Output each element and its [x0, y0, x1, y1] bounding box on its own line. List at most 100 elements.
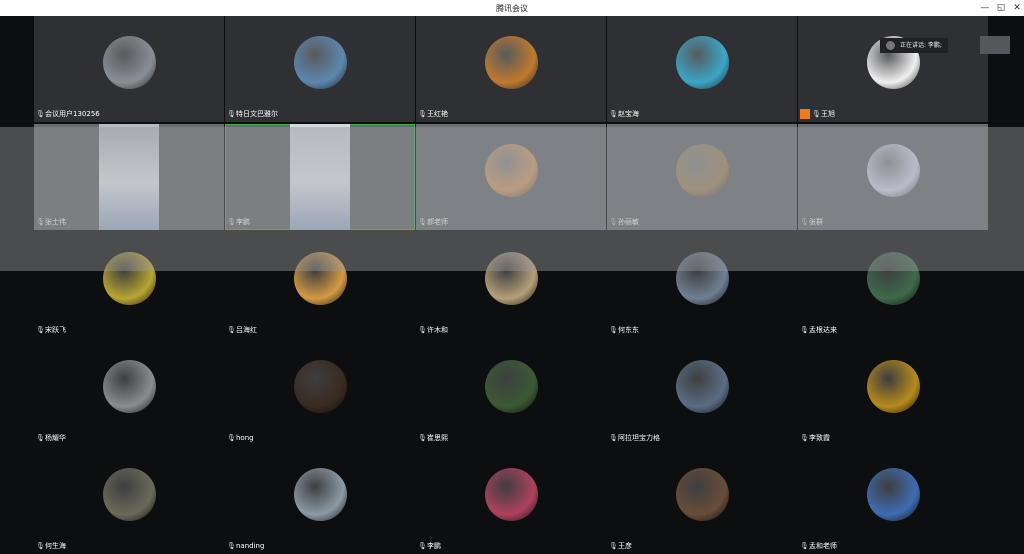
participant-name: 杨耀华 [45, 434, 66, 442]
participant-name: 吕海红 [236, 326, 257, 334]
participant-name-row: 🎙nanding [227, 540, 264, 552]
participant-avatar [867, 360, 920, 413]
participant-name: nanding [236, 542, 265, 550]
minimize-button[interactable]: — [978, 1, 992, 15]
participant-tile[interactable]: 🎙王红艳 [416, 16, 606, 122]
participant-tile[interactable]: 🎙崔思熙 [416, 340, 606, 446]
participant-tile[interactable]: 🎙孙丽敏 [607, 124, 797, 230]
participant-avatar [103, 360, 156, 413]
video-feed [290, 124, 350, 230]
participant-tile[interactable]: 🎙吕海红 [225, 232, 415, 338]
participant-name: 李致霞 [809, 434, 830, 442]
microphone-icon: 🎙 [609, 110, 618, 118]
microphone-icon: 🎙 [812, 110, 821, 118]
participant-tile[interactable]: 🎙张士伟 [34, 124, 224, 230]
participant-name-row: 🎙李致霞 [800, 432, 830, 444]
participant-tile[interactable]: 🎙张群 [798, 124, 988, 230]
participant-avatar [103, 468, 156, 521]
participant-name-row: 🎙崔思熙 [418, 432, 448, 444]
microphone-icon: 🎙 [418, 326, 427, 334]
participant-tile[interactable]: 🎙李鹏 [416, 448, 606, 554]
participant-name-row: 🎙李鹏 [418, 540, 441, 552]
close-button[interactable]: ✕ [1010, 1, 1024, 15]
participant-avatar [485, 144, 538, 197]
microphone-icon: 🎙 [418, 434, 427, 442]
participant-tile[interactable]: 🎙王彦 [607, 448, 797, 554]
participant-tile[interactable]: 🎙王旭 [798, 16, 988, 122]
participant-tile[interactable]: 🎙何生海 [34, 448, 224, 554]
microphone-icon: 🎙 [418, 542, 427, 550]
participant-name-row: 🎙郝老师 [418, 216, 448, 228]
participant-tile[interactable]: 🎙特日文巴雅尔 [225, 16, 415, 122]
participant-tile[interactable]: 🎙郝老师 [416, 124, 606, 230]
microphone-icon: 🎙 [800, 326, 809, 334]
participant-name: 赵宝海 [618, 110, 639, 118]
microphone-icon: 🎙 [800, 542, 809, 550]
title-bar: 腾讯会议 — ◱ ✕ [0, 0, 1024, 16]
microphone-icon: 🎙 [800, 434, 809, 442]
microphone-icon: 🎙 [36, 326, 45, 334]
participant-tile[interactable]: 🎙许木和 [416, 232, 606, 338]
microphone-icon: 🎙 [227, 218, 236, 226]
participant-name: 孙丽敏 [618, 218, 639, 226]
participant-name: 张群 [809, 218, 823, 226]
participant-tile[interactable]: 🎙孟根达来 [798, 232, 988, 338]
microphone-icon: 🎙 [227, 434, 236, 442]
participant-name-row: 🎙许木和 [418, 324, 448, 336]
participant-name: 特日文巴雅尔 [236, 110, 278, 118]
participant-name-row: 🎙吕海红 [227, 324, 257, 336]
participant-avatar [294, 468, 347, 521]
participant-tile[interactable]: 🎙宋跃飞 [34, 232, 224, 338]
participant-tile[interactable]: 🎙赵宝海 [607, 16, 797, 122]
participant-avatar [294, 252, 347, 305]
microphone-icon: 🎙 [609, 434, 618, 442]
participant-name: 阿拉坦宝力格 [618, 434, 660, 442]
participant-name: 孟和老师 [809, 542, 837, 550]
restore-button[interactable]: ◱ [994, 1, 1008, 15]
participant-name: 孟根达来 [809, 326, 837, 334]
participant-tile[interactable]: 🎙hong [225, 340, 415, 446]
participant-avatar [867, 252, 920, 305]
participant-name-row: 🎙李鹏 [227, 216, 250, 228]
view-toggle-button[interactable] [980, 36, 1010, 54]
participant-tile[interactable]: 🎙李致霞 [798, 340, 988, 446]
participant-tile[interactable]: 🎙孟和老师 [798, 448, 988, 554]
participant-name: 宋跃飞 [45, 326, 66, 334]
video-feed [99, 124, 159, 230]
participant-avatar [485, 252, 538, 305]
participant-avatar [103, 252, 156, 305]
participant-tile[interactable]: 🎙杨耀华 [34, 340, 224, 446]
microphone-icon: 🎙 [227, 326, 236, 334]
participant-name: 会议用户130256 [45, 110, 100, 118]
participant-name: 何生海 [45, 542, 66, 550]
participant-name-row: 🎙何生海 [36, 540, 66, 552]
microphone-icon: 🎙 [227, 110, 236, 118]
participant-name-row: 🎙阿拉坦宝力格 [609, 432, 660, 444]
microphone-icon: 🎙 [36, 110, 45, 118]
participant-name-row: 🎙杨耀华 [36, 432, 66, 444]
participant-tile[interactable]: 🎙李鹏 [225, 124, 415, 230]
participant-tile[interactable]: 🎙nanding [225, 448, 415, 554]
speaker-avatar-icon [886, 41, 895, 50]
participant-name: 郝老师 [427, 218, 448, 226]
microphone-icon: 🎙 [36, 542, 45, 550]
participant-name: 许木和 [427, 326, 448, 334]
host-badge-icon [800, 109, 810, 119]
speaking-indicator-label: 正在讲话: 李鹏; [900, 42, 942, 49]
participant-tile[interactable]: 🎙会议用户130256 [34, 16, 224, 122]
participant-avatar [676, 468, 729, 521]
participant-name-row: 🎙王红艳 [418, 108, 448, 120]
participant-avatar [485, 468, 538, 521]
participant-name-row: 🎙会议用户130256 [36, 108, 100, 120]
participant-name-row: 🎙孟和老师 [800, 540, 837, 552]
participant-name-row: 🎙hong [227, 432, 254, 444]
participant-avatar [294, 360, 347, 413]
microphone-muted-icon: 🎙 [609, 218, 618, 226]
participant-name-row: 🎙王旭 [800, 108, 835, 120]
participant-avatar [485, 360, 538, 413]
microphone-icon: 🎙 [609, 542, 618, 550]
participant-tile[interactable]: 🎙阿拉坦宝力格 [607, 340, 797, 446]
participant-tile[interactable]: 🎙何东东 [607, 232, 797, 338]
microphone-muted-icon: 🎙 [800, 218, 809, 226]
participant-avatar [867, 144, 920, 197]
